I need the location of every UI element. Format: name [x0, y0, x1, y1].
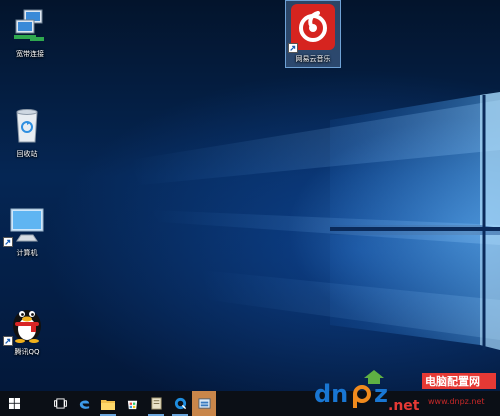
desktop-icon-recycle-bin[interactable]: 回收站 — [0, 106, 57, 159]
shortcut-arrow-icon — [288, 43, 298, 53]
store-icon — [127, 400, 137, 410]
watermark-url: www.dnpz.net — [428, 397, 485, 406]
shortcut-arrow-icon — [3, 336, 13, 346]
task-view-icon — [53, 398, 67, 409]
desktop[interactable]: 宽带连接 网易云音乐 回收站 计算机 腾讯QQ — [0, 0, 500, 391]
desktop-icon-label: 计算机 — [16, 249, 38, 257]
store-button[interactable] — [120, 391, 144, 416]
desktop-icon-label: 宽带连接 — [16, 50, 44, 58]
file-explorer-icon — [101, 399, 115, 410]
document-icon — [150, 397, 162, 410]
network-computers-icon — [10, 6, 50, 46]
desktop-icon-label: 网易云音乐 — [295, 55, 331, 63]
qq-browser-button[interactable] — [168, 391, 192, 416]
start-button[interactable] — [0, 391, 28, 416]
recycle-bin-icon — [7, 106, 47, 146]
edge-button[interactable] — [72, 391, 96, 416]
desktop-icon-qq[interactable]: 腾讯QQ — [0, 300, 57, 357]
computer-monitor-icon — [3, 205, 49, 247]
desktop-icon-broadband[interactable]: 宽带连接 — [0, 6, 60, 59]
shortcut-arrow-icon — [3, 237, 13, 247]
document-button[interactable] — [144, 391, 168, 416]
active-app-button[interactable] — [192, 391, 216, 416]
desktop-icon-label: 腾讯QQ — [14, 348, 40, 356]
desktop-icon-netease-music[interactable]: 网易云音乐 — [285, 0, 341, 68]
task-view-button[interactable] — [48, 391, 72, 416]
edge-icon — [79, 400, 89, 409]
start-icon — [8, 398, 20, 409]
app-icon — [197, 398, 211, 409]
windows-logo-wallpaper — [130, 92, 500, 350]
watermark-brand-left: dn — [314, 380, 348, 408]
watermark: dn z .net 电脑配置网 www.dnpz.net — [312, 368, 498, 414]
qq-penguin-icon — [3, 300, 49, 346]
watermark-brand-right: z — [374, 380, 388, 408]
watermark-logo: dn z .net 电脑配置网 www.dnpz.net — [314, 370, 496, 414]
desktop-icon-label: 回收站 — [16, 150, 38, 158]
watermark-title: 电脑配置网 — [425, 374, 480, 388]
file-explorer-button[interactable] — [96, 391, 120, 416]
desktop-icon-computer[interactable]: 计算机 — [0, 205, 57, 258]
qq-browser-icon — [174, 397, 186, 410]
netease-music-icon — [288, 3, 336, 53]
watermark-tld: .net — [388, 398, 420, 414]
